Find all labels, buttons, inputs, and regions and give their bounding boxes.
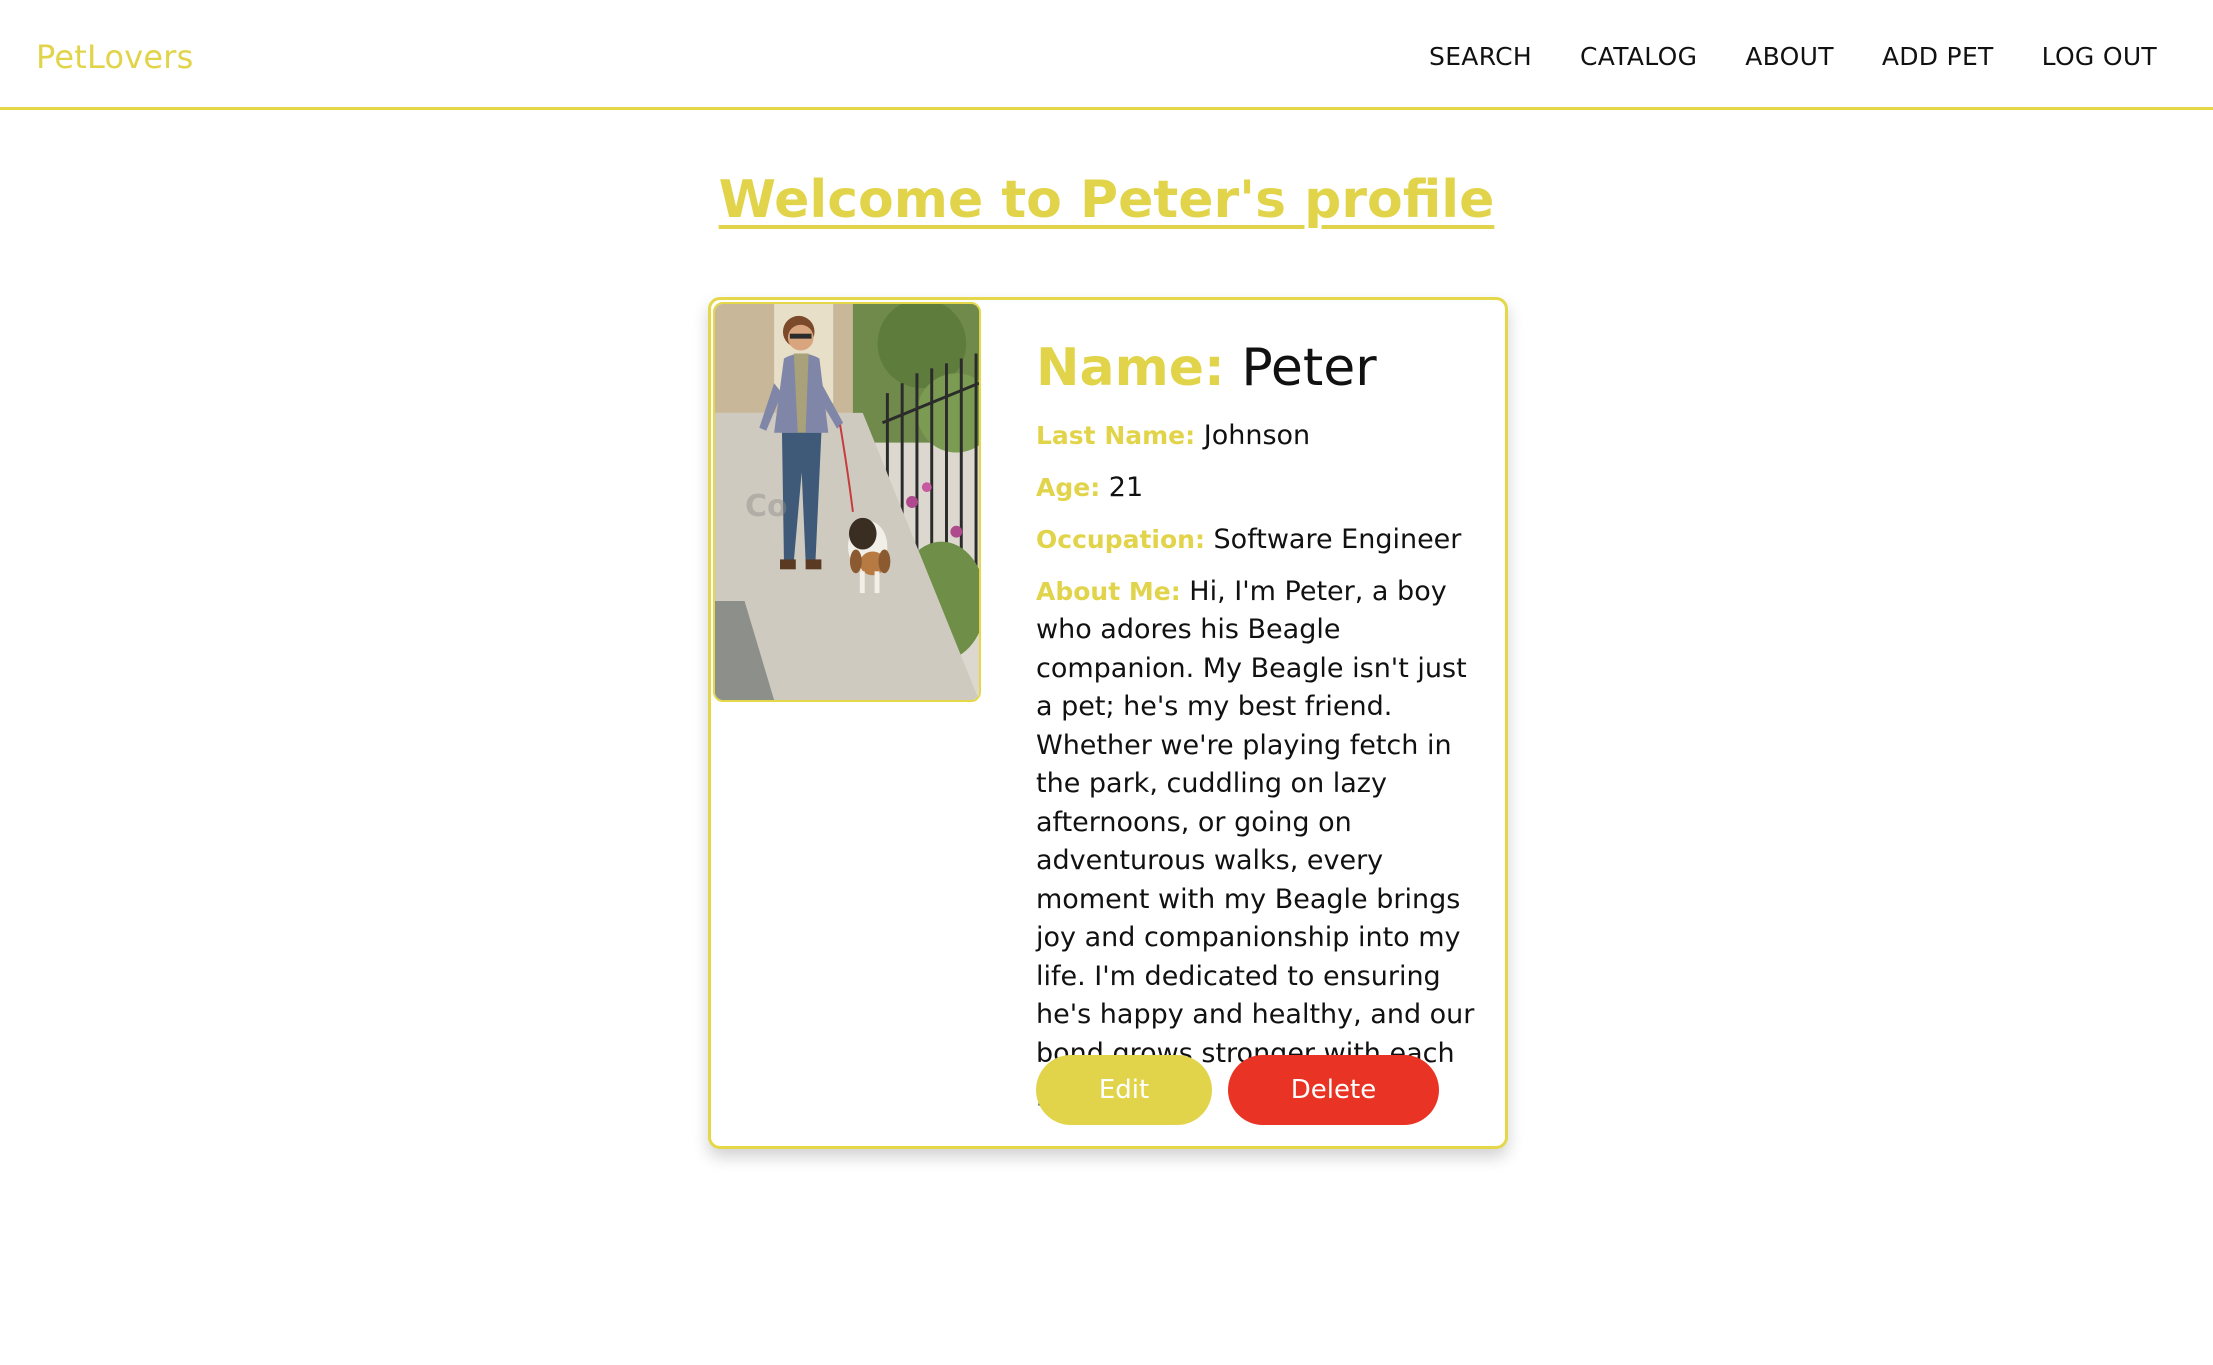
- page-title: Welcome to Peter's profile: [718, 170, 1495, 230]
- about-me-label: About Me:: [1036, 576, 1181, 606]
- age-label: Age:: [1036, 472, 1101, 502]
- last-name-label: Last Name:: [1036, 421, 1196, 451]
- occupation-row: Occupation: Software Engineer: [1036, 521, 1486, 559]
- age-row: Age: 21: [1036, 469, 1486, 507]
- nav-search-link[interactable]: SEARCH: [1429, 42, 1532, 71]
- profile-card: Co Name: Peter Last Name: Johnson Age: 2…: [708, 297, 1508, 1149]
- name-label: Name:: [1036, 338, 1225, 398]
- nav-catalog-link[interactable]: CATALOG: [1580, 42, 1697, 71]
- name-row: Name: Peter: [1036, 338, 1486, 398]
- age-value: 21: [1108, 471, 1144, 503]
- delete-button[interactable]: Delete: [1228, 1055, 1439, 1125]
- occupation-label: Occupation:: [1036, 524, 1205, 554]
- edit-button[interactable]: Edit: [1036, 1055, 1212, 1125]
- profile-info: Name: Peter Last Name: Johnson Age: 21 O…: [1036, 338, 1486, 1112]
- about-me-block: About Me: Hi, I'm Peter, a boy who adore…: [1036, 573, 1486, 1112]
- profile-photo: Co: [713, 302, 981, 702]
- nav-about-link[interactable]: ABOUT: [1745, 42, 1834, 71]
- nav-logout-link[interactable]: LOG OUT: [2042, 42, 2157, 71]
- top-navigation-bar: PetLovers SEARCH CATALOG ABOUT ADD PET L…: [0, 0, 2213, 110]
- brand-logo-link[interactable]: PetLovers: [36, 38, 194, 76]
- photo-watermark-text: Co: [745, 489, 788, 524]
- profile-actions: Edit Delete: [1036, 1055, 1439, 1125]
- name-value: Peter: [1241, 338, 1377, 398]
- about-me-text: Hi, I'm Peter, a boy who adores his Beag…: [1036, 575, 1475, 1108]
- page-title-container: Welcome to Peter's profile: [0, 170, 2213, 230]
- occupation-value: Software Engineer: [1213, 523, 1462, 555]
- app-root: PetLovers SEARCH CATALOG ABOUT ADD PET L…: [0, 0, 2213, 1365]
- main-nav: SEARCH CATALOG ABOUT ADD PET LOG OUT: [1429, 42, 2157, 71]
- last-name-value: Johnson: [1203, 420, 1311, 452]
- last-name-row: Last Name: Johnson: [1036, 417, 1486, 455]
- nav-add-pet-link[interactable]: ADD PET: [1882, 42, 1994, 71]
